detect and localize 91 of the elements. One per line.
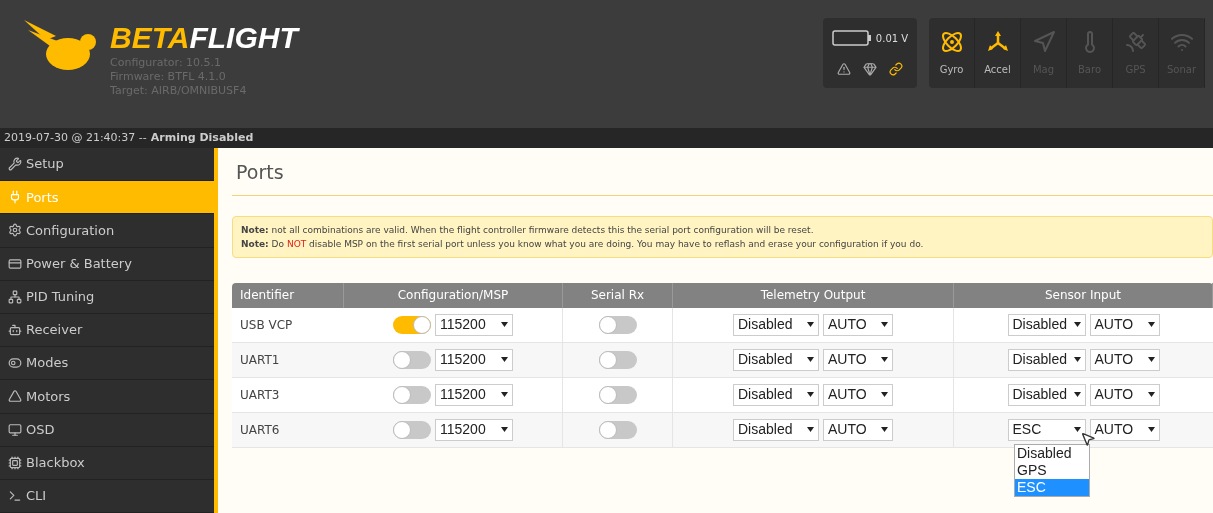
satellite-icon [1123,29,1148,54]
dropdown[interactable]: 115200 [435,313,513,336]
toggle-switch[interactable] [598,315,637,334]
caret-icon [1147,392,1155,397]
column-header: Serial Rx [563,282,673,308]
caret-icon [1073,427,1081,432]
column-header: Telemetry Output [673,282,954,308]
caret-icon [881,322,888,327]
atom-icon [939,29,964,54]
robot-icon [8,323,22,338]
dropdown[interactable]: Disabled [733,313,819,336]
chip-icon [8,455,22,470]
nav-item[interactable]: OSD [0,413,214,447]
nav-item[interactable]: Receiver [0,313,214,348]
caret-icon [881,392,888,397]
note-text: Note: Do NOT disable MSP on the first serial port unless you know what you are doing. You may have to reflash and erase your configuration if you do. [241,237,925,251]
note-text: Note: not all combinations are valid. When the flight controller firmware detects this the serial port configuration will be reset. [241,223,815,237]
caret-icon [1073,392,1081,397]
monitor-icon [8,422,22,437]
port-identifier: UART3 [239,386,281,404]
port-identifier: USB VCP [239,316,294,334]
caret-icon [807,427,814,432]
column-header: Configuration/MSP [344,282,563,308]
caret-icon [501,322,508,327]
dropdown[interactable]: AUTO [823,418,893,441]
caret-icon [881,357,888,362]
page-title: Ports [232,158,1213,196]
toggle-icon [8,356,22,371]
voltage-reading: 0.01 V [875,31,909,46]
toggle-switch[interactable] [598,420,637,439]
sensor-indicator: Gyro [929,18,975,88]
dropdown[interactable]: AUTO [823,383,893,406]
card-icon [8,256,22,271]
nav-item[interactable]: CLI [0,479,214,513]
nav-item[interactable]: Blackbox [0,446,214,480]
column-header: Sensor Input [954,282,1213,308]
dropdown-option[interactable]: Disabled [1015,444,1089,462]
toggle-switch[interactable] [393,385,431,404]
toggle-switch[interactable] [393,420,431,439]
dropdown[interactable]: ESC [1007,418,1086,441]
dropdown[interactable]: Disabled [1007,383,1086,406]
caret-icon [501,357,508,362]
wrench-icon [8,157,22,172]
toggle-switch[interactable] [393,350,431,369]
toggle-switch[interactable] [598,385,637,404]
caret-icon [881,427,888,432]
battery-icon [831,30,872,46]
caret-icon [1073,322,1081,327]
dropdown[interactable]: 115200 [435,418,513,441]
plug-icon [8,190,22,205]
dropdown[interactable]: 115200 [435,348,513,371]
column-header: Identifier [232,282,344,308]
toggle-switch[interactable] [598,350,637,369]
dropdown[interactable]: Disabled [733,383,819,406]
app-logo-text: BETAFLIGHT [110,20,298,56]
nav-item[interactable]: Power & Battery [0,247,214,281]
nav-item[interactable]: PID Tuning [0,280,214,314]
caret-icon [1147,427,1155,432]
dropdown[interactable]: Disabled [733,418,819,441]
caret-icon [501,392,508,397]
terminal-icon [8,488,22,503]
dropdown[interactable]: Disabled [1007,313,1086,336]
dropdown[interactable]: 115200 [435,383,513,406]
nav-item[interactable]: Motors [0,380,214,414]
caret-icon [807,357,814,362]
dropdown[interactable]: AUTO [1089,348,1160,371]
nav-item[interactable]: Modes [0,347,214,381]
dropdown[interactable]: AUTO [1089,313,1160,336]
dropdown[interactable]: AUTO [1089,383,1160,406]
dropdown[interactable]: AUTO [823,348,893,371]
hierarchy-icon [8,289,22,304]
caret-icon [1147,322,1155,327]
caret-icon [807,392,814,397]
status-time: 2019-07-30 @ 21:40:37 -- [4,129,147,146]
port-identifier: UART6 [239,421,281,439]
dropdown[interactable]: AUTO [1089,418,1160,441]
nav-item[interactable]: Configuration [0,214,214,248]
axes-icon [985,29,1010,54]
dropdown[interactable]: Disabled [733,348,819,371]
port-identifier: UART1 [239,351,281,369]
dropdown[interactable]: AUTO [823,313,893,336]
sensor-indicator: Accel [975,18,1021,88]
caret-icon [501,427,508,432]
caret-icon [1147,357,1155,362]
dropdown-option[interactable]: GPS [1015,461,1089,479]
toggle-switch[interactable] [393,315,431,334]
arming-status: Arming Disabled [150,129,254,146]
dropdown[interactable]: Disabled [1007,348,1086,371]
gear-icon [8,223,22,238]
caret-icon [1073,357,1081,362]
caret-icon [807,322,814,327]
